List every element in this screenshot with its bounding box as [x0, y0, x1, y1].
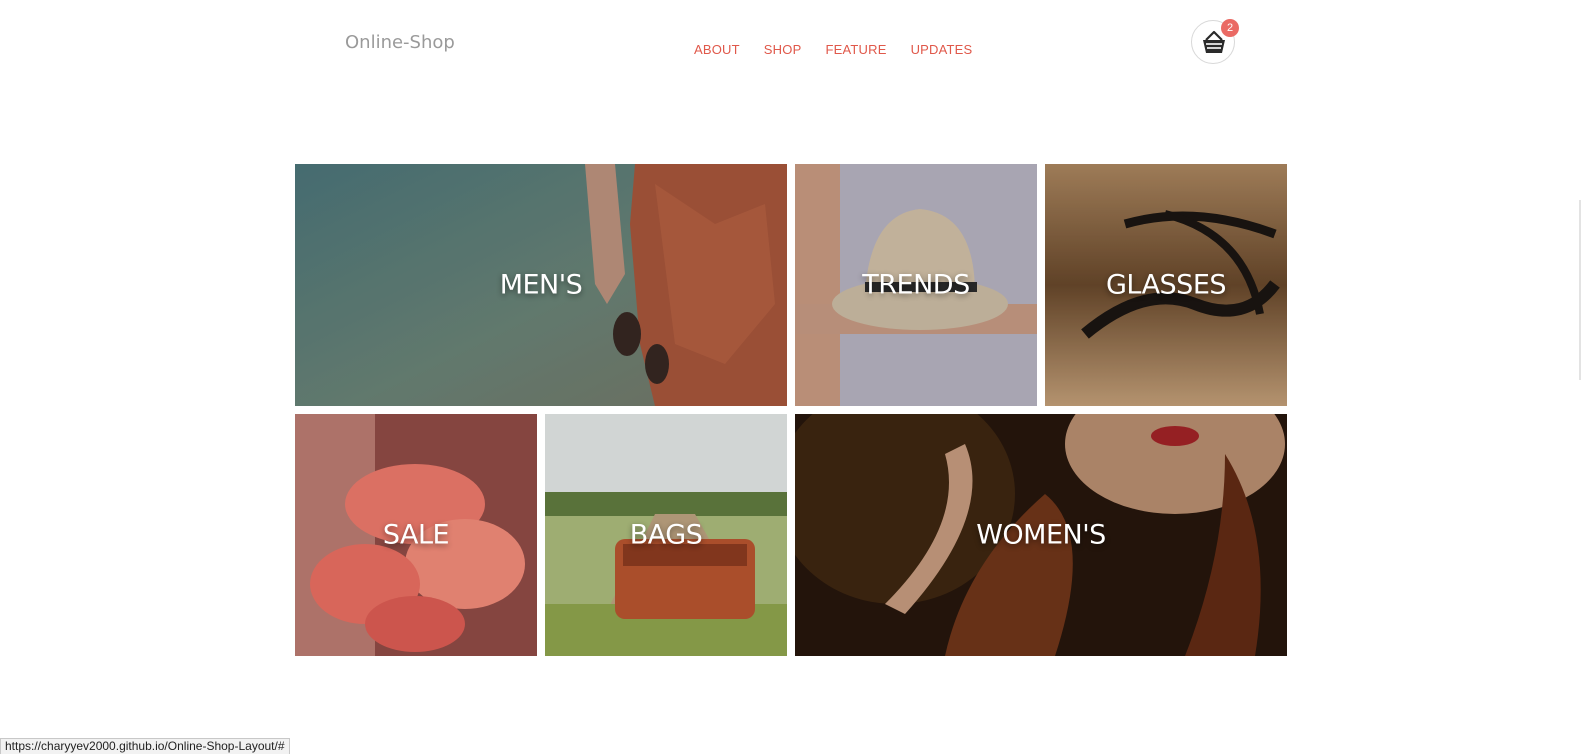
category-tile-sale[interactable]: SALE — [295, 414, 537, 656]
glasses-label: GLASSES — [1105, 269, 1227, 301]
browser-status-url: https://charyyev2000.github.io/Online-Sh… — [0, 738, 290, 754]
cart-count-badge: 2 — [1221, 19, 1239, 37]
nav-shop-link[interactable]: SHOP — [764, 42, 802, 57]
sale-label: SALE — [382, 519, 450, 551]
page: Online-Shop ABOUT SHOP FEATURE UPDATES 2 — [0, 0, 1585, 754]
category-tile-mens[interactable]: MEN'S — [295, 164, 787, 406]
category-tile-trends[interactable]: TRENDS — [795, 164, 1037, 406]
nav-feature-link[interactable]: FEATURE — [825, 42, 886, 57]
trends-label: TRENDS — [862, 269, 970, 301]
category-tile-womens[interactable]: WOMEN'S — [795, 414, 1287, 656]
mens-label: MEN'S — [499, 269, 583, 301]
womens-label: WOMEN'S — [976, 519, 1106, 551]
nav-updates-link[interactable]: UPDATES — [911, 42, 973, 57]
bags-label: BAGS — [629, 519, 703, 551]
category-tile-glasses[interactable]: GLASSES — [1045, 164, 1287, 406]
nav-about-link[interactable]: ABOUT — [694, 42, 740, 57]
main-nav: ABOUT SHOP FEATURE UPDATES — [694, 42, 996, 57]
site-logo[interactable]: Online-Shop — [345, 32, 455, 53]
category-tile-bags[interactable]: BAGS — [545, 414, 787, 656]
scrollbar-track[interactable] — [1579, 200, 1581, 380]
